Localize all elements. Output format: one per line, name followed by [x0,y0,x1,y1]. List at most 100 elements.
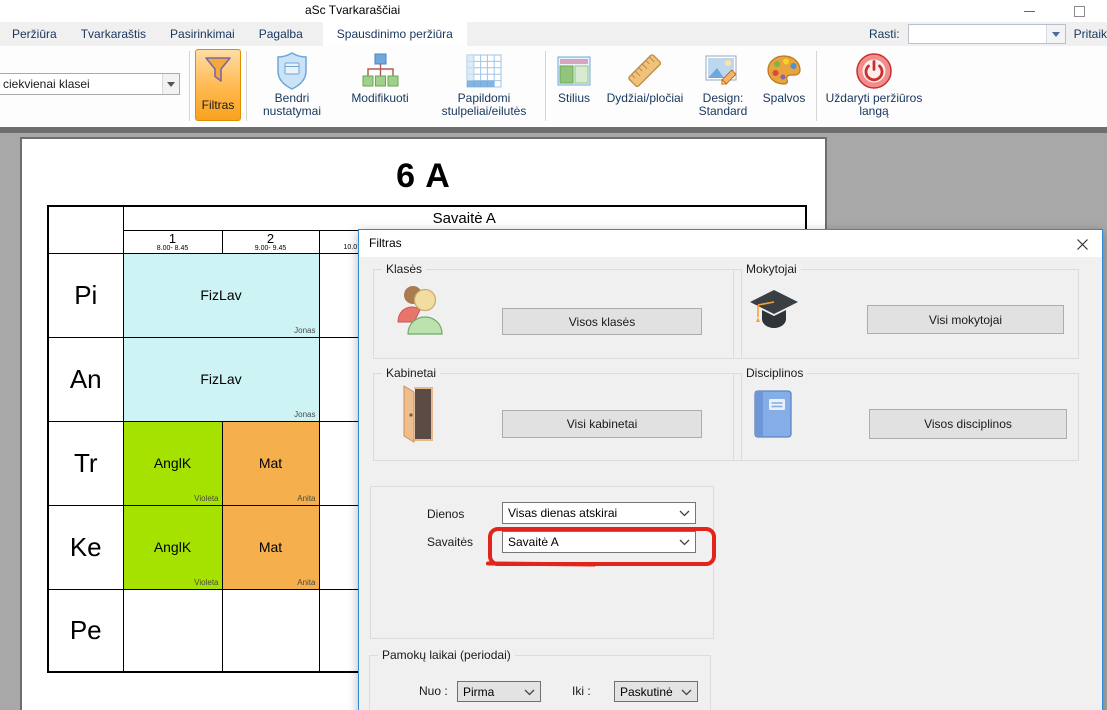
tool-label: Papildomi stulpeliai/eilutės [431,92,537,118]
all-teachers-button[interactable]: Visi mokytojai [867,305,1064,334]
from-dropdown-value: Pirma [463,685,494,699]
find-label: Rasti: [869,27,900,41]
window-titlebar: aSc Tvarkaraščiai [0,0,1107,22]
modify-button[interactable]: Modifikuoti [334,49,426,106]
to-label: Iki : [572,684,591,698]
maximize-icon [1074,6,1085,17]
lesson-teacher: Anita [297,578,315,587]
day-label: An [48,337,123,421]
lesson-subject: FizLav [200,287,241,303]
design-button[interactable]: Design: Standard [691,49,755,119]
general-settings-button[interactable]: Bendri nustatymai [250,49,334,119]
menubar: Peržiūra Tvarkaraštis Pasirinkimai Pagal… [0,22,1107,46]
toolbar-separator [189,51,190,121]
group-classrooms-label: Kabinetai [382,366,440,380]
toolbar: ciekvienai klasei Filtras Bendri nustaty… [0,46,1107,127]
to-dropdown-value: Paskutinė [620,685,673,699]
table-grid-icon [465,50,503,92]
find-dropdown-button[interactable] [1046,25,1065,43]
lesson-subject: Mat [259,455,282,471]
dialog-close-button[interactable] [1075,237,1089,251]
shield-icon [274,50,310,92]
days-dropdown[interactable]: Visas dienas atskirai [502,502,696,524]
period-header-2: 2 9.00- 9.45 [222,230,319,253]
empty-cell [222,589,319,672]
colors-button[interactable]: Spalvos [755,49,813,106]
filter-button[interactable]: Filtras [195,49,241,121]
all-subjects-button[interactable]: Visos disciplinos [869,409,1067,439]
lesson-cell: Mat Anita [222,505,319,589]
all-classrooms-button[interactable]: Visi kabinetai [502,410,702,438]
lesson-subject: FizLav [200,371,241,387]
days-dropdown-value: Visas dienas atskirai [508,506,617,520]
group-teachers: Mokytojai Visi mokytojai [733,269,1079,359]
funnel-icon [203,56,233,89]
tool-label: Stilius [558,92,590,105]
menu-item-tvarkarastis[interactable]: Tvarkaraštis [79,22,148,46]
apply-label[interactable]: Pritaik [1074,27,1107,41]
days-label: Dienos [427,507,464,521]
weeks-label: Savaitės [427,535,473,549]
empty-cell [123,589,222,672]
tool-label: Uždaryti peržiūros langą [825,92,923,118]
lesson-teacher: Jonas [294,326,315,335]
org-chart-icon [361,50,399,92]
menu-item-pasirinkimai[interactable]: Pasirinkimai [168,22,237,46]
group-teachers-label: Mokytojai [742,262,801,276]
period-number: 1 [124,233,222,245]
day-label: Ke [48,505,123,589]
filter-button-label: Filtras [202,98,235,112]
menu-item-pagalba[interactable]: Pagalba [257,22,305,46]
menu-item-perziura[interactable]: Peržiūra [10,22,59,46]
door-icon [398,384,438,451]
lesson-subject: Mat [259,539,282,555]
period-time: 10.0 [344,244,358,251]
close-preview-button[interactable]: Uždaryti peržiūros langą [820,49,928,119]
group-subjects: Disciplinos Visos disciplinos [733,373,1079,461]
from-label: Nuo : [419,684,448,698]
window-title: aSc Tvarkaraščiai [305,3,400,17]
picture-pencil-icon [704,50,742,92]
extra-columns-rows-button[interactable]: Papildomi stulpeliai/eilutės [426,49,542,119]
style-button[interactable]: Stilius [549,49,599,106]
group-classes-label: Klasės [382,262,426,276]
lesson-teacher: Violeta [194,578,218,587]
tool-label: Spalvos [763,92,806,105]
chevron-down-icon [167,82,175,87]
dialog-title: Filtras [369,236,402,250]
period-header-1: 1 8.00- 8.45 [123,230,222,253]
from-dropdown[interactable]: Pirma [457,681,541,702]
scope-dropdown-button[interactable] [162,74,179,94]
find-input[interactable] [908,24,1066,44]
scope-dropdown[interactable]: ciekvienai klasei [0,73,180,95]
minimize-button[interactable] [1012,0,1046,22]
lesson-teacher: Violeta [194,494,218,503]
lesson-cell: AnglK Violeta [123,505,222,589]
toolbar-separator [816,51,817,121]
lesson-subject: AnglK [154,455,191,471]
filter-dialog: Filtras Klasės Visos klasės Mokytojai Vi… [358,229,1103,710]
group-subjects-label: Disciplinos [742,366,807,380]
chevron-down-icon [681,685,692,699]
page-title: 6 A [22,157,825,196]
maximize-button[interactable] [1062,0,1096,22]
lesson-cell: FizLavJonas [123,337,319,421]
palette-icon [766,50,802,92]
all-classes-button[interactable]: Visos klasės [502,308,702,335]
sizes-widths-button[interactable]: Dydžiai/pločiai [599,49,691,106]
minimize-icon [1024,11,1035,12]
tool-label: Design: Standard [696,92,750,118]
group-days-weeks: Dienos Visas dienas atskirai Savaitės Sa… [370,486,714,639]
toolbar-separator [246,51,247,121]
to-dropdown[interactable]: Paskutinė [614,681,698,702]
chevron-down-icon [524,685,535,699]
day-label: Pi [48,253,123,337]
red-highlight-annotation [488,527,716,566]
period-number: 2 [223,233,319,245]
lesson-times-label: Pamokų laikai (periodai) [378,648,515,662]
tab-spausdinimo-perziura[interactable]: Spausdinimo peržiūra [323,22,467,46]
chevron-down-icon [679,506,690,520]
window-panes-icon [556,50,592,92]
group-lesson-times: Pamokų laikai (periodai) Nuo : Pirma Iki… [369,655,711,710]
lesson-subject: AnglK [154,539,191,555]
